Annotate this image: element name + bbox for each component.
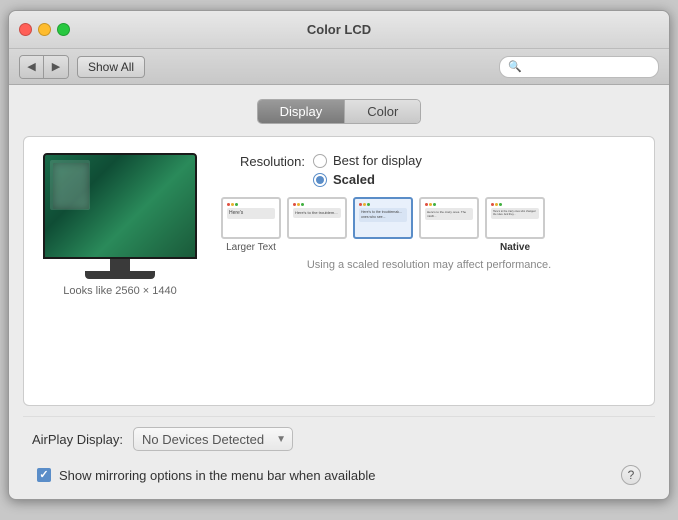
airplay-dropdown-value: No Devices Detected — [142, 432, 264, 447]
forward-button[interactable]: ▶ — [44, 56, 68, 78]
thumb-preview-1[interactable]: Here's — [221, 197, 281, 239]
radio-options: Best for display Scaled — [313, 153, 422, 187]
monitor-image: Looks like 2560 × 1440 — [40, 153, 200, 297]
thumb-1-label: Larger Text — [226, 242, 276, 253]
thumb-5-label: Native — [500, 242, 530, 253]
help-button[interactable]: ? — [621, 465, 641, 485]
tab-color[interactable]: Color — [345, 100, 420, 123]
thumb-larger-text[interactable]: Here's Larger Text — [220, 197, 282, 253]
bottom-section: AirPlay Display: No Devices Detected ▼ S… — [23, 416, 655, 489]
show-all-button[interactable]: Show All — [77, 56, 145, 78]
window-title: Color LCD — [307, 22, 371, 37]
content-area: Display Color Looks like 2560 × 1440 — [9, 85, 669, 499]
mirroring-checkbox[interactable] — [37, 468, 51, 482]
airplay-row: AirPlay Display: No Devices Detected ▼ — [23, 427, 655, 451]
monitor-stand-neck — [110, 259, 130, 271]
mirroring-row: Show mirroring options in the menu bar w… — [23, 461, 655, 489]
thumb-2[interactable]: Here's to the troublem... — [286, 197, 348, 253]
thumb-preview-5[interactable]: Here's to the crazy ones who changed the… — [485, 197, 545, 239]
resolution-row: Resolution: Best for display Scaled — [220, 153, 638, 187]
radio-scaled-btn[interactable] — [313, 173, 327, 187]
performance-note: Using a scaled resolution may affect per… — [220, 259, 638, 271]
maximize-button[interactable] — [57, 23, 70, 36]
thumb-native[interactable]: Here's to the crazy ones who changed the… — [484, 197, 546, 253]
monitor-body — [43, 153, 197, 259]
monitor-stand-base — [85, 271, 155, 279]
mirroring-label: Show mirroring options in the menu bar w… — [59, 468, 376, 483]
back-button[interactable]: ◀ — [20, 56, 44, 78]
minimize-button[interactable] — [38, 23, 51, 36]
thumb-preview-4[interactable]: Here's to the crazy ones. The misfit... — [419, 197, 479, 239]
radio-best-label: Best for display — [333, 153, 422, 168]
monitor-screen — [45, 155, 195, 257]
tab-group: Display Color — [257, 99, 422, 124]
monitor-size-label: Looks like 2560 × 1440 — [63, 285, 176, 297]
thumb-preview-3[interactable]: Here's to the troublemak... ones who see… — [353, 197, 413, 239]
tab-display[interactable]: Display — [258, 100, 346, 123]
search-icon: 🔍 — [508, 60, 522, 73]
search-box[interactable]: 🔍 — [499, 56, 659, 78]
close-button[interactable] — [19, 23, 32, 36]
main-window: Color LCD ◀ ▶ Show All 🔍 Display Color — [8, 10, 670, 500]
titlebar: Color LCD — [9, 11, 669, 49]
radio-best-btn[interactable] — [313, 154, 327, 168]
display-row: Looks like 2560 × 1440 Resolution: Best … — [40, 153, 638, 297]
toolbar: ◀ ▶ Show All 🔍 — [9, 49, 669, 85]
tabs-container: Display Color — [23, 99, 655, 124]
traffic-lights — [19, 23, 70, 36]
radio-scaled-label: Scaled — [333, 172, 375, 187]
search-input[interactable] — [526, 60, 650, 74]
thumb-3-selected[interactable]: Here's to the troublemak... ones who see… — [352, 197, 414, 253]
thumb-preview-2[interactable]: Here's to the troublem... — [287, 197, 347, 239]
nav-buttons: ◀ ▶ — [19, 55, 69, 79]
radio-best-for-display[interactable]: Best for display — [313, 153, 422, 168]
main-panel: Looks like 2560 × 1440 Resolution: Best … — [23, 136, 655, 406]
thumb-4[interactable]: Here's to the crazy ones. The misfit... — [418, 197, 480, 253]
chevron-down-icon: ▼ — [276, 434, 286, 445]
radio-scaled[interactable]: Scaled — [313, 172, 422, 187]
settings-panel: Resolution: Best for display Scaled — [220, 153, 638, 271]
airplay-label: AirPlay Display: — [23, 432, 123, 447]
resolution-thumbnails: Here's Larger Text — [220, 197, 638, 253]
resolution-label: Resolution: — [220, 153, 305, 169]
airplay-dropdown[interactable]: No Devices Detected ▼ — [133, 427, 293, 451]
